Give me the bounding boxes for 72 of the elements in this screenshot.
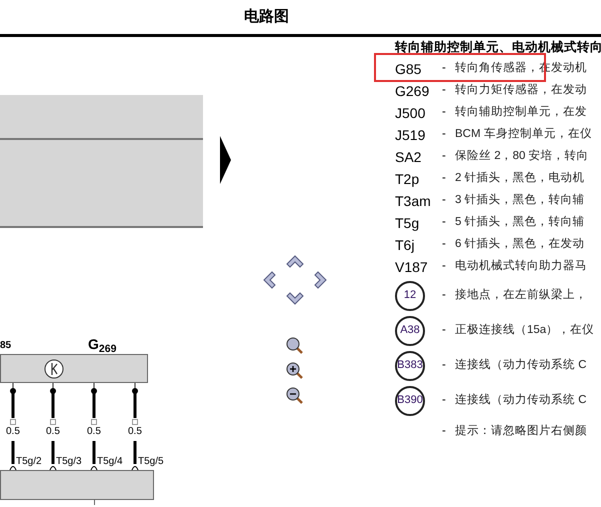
legend-text: 电动机械式转向助力器马	[455, 258, 587, 274]
component-code: J519	[395, 126, 426, 144]
legend-text: 连接线（动力传动系统 C	[455, 392, 586, 408]
dash: -	[442, 61, 447, 76]
zoom-in-icon[interactable]	[285, 361, 305, 381]
dash: -	[442, 127, 447, 142]
wire-size-label: 0.5	[128, 426, 142, 438]
wire-drawing	[131, 441, 139, 471]
dash: -	[442, 237, 447, 252]
sensor-symbol-icon	[44, 358, 64, 378]
dash: -	[442, 215, 447, 230]
component-label: 85	[0, 339, 12, 353]
legend-text: 接地点，在左前纵梁上，	[455, 287, 587, 303]
component-code: SA2	[395, 148, 422, 166]
connector-code: 12	[395, 280, 425, 310]
wire-drawing	[9, 383, 17, 418]
component-label: G$_{269}$	[88, 335, 116, 355]
legend-text: 连接线（动力传动系统 C	[455, 357, 586, 373]
legend-text: 2 针插头，黑色，电动机	[455, 170, 585, 186]
legend-text: 3 针插头，黑色，转向辅	[455, 192, 585, 208]
component-code: G85	[395, 60, 422, 78]
legend-heading: 转向辅助控制单元、电动机械式转向	[395, 40, 601, 55]
pin-label: T5g/4	[97, 456, 123, 468]
component-code: T3am	[395, 192, 431, 210]
triangle-icon[interactable]	[220, 136, 232, 184]
legend-text: BCM 车身控制单元，在仪	[455, 126, 592, 142]
component-code: T5g	[395, 214, 420, 233]
legend-text: 5 针插头，黑色，转向辅	[455, 214, 585, 230]
wire-drawing	[90, 441, 98, 471]
wire-drawing	[9, 441, 17, 471]
pin-label: T5g/3	[56, 456, 82, 468]
dash: -	[442, 424, 447, 440]
dash: -	[442, 358, 447, 373]
connector-code: B383	[395, 350, 425, 380]
legend-text: 6 针插头，黑色，在发动	[455, 236, 585, 252]
legend-text: 提示：请忽略图片右侧颜	[455, 424, 587, 440]
zoom-icon[interactable]	[285, 336, 305, 356]
dash: -	[442, 171, 447, 186]
zoom-out-icon[interactable]	[285, 386, 305, 406]
pin-square-icon	[50, 419, 56, 425]
dash: -	[442, 149, 447, 164]
pin-square-icon	[91, 419, 97, 425]
dash: -	[442, 392, 447, 408]
wire-size-label: 0.5	[46, 426, 60, 438]
connector-code: A38	[395, 316, 425, 346]
legend-text: 转向辅助控制单元，在发	[455, 104, 587, 120]
pin-label: T5g/5	[138, 456, 164, 468]
legend-text: 转向力矩传感器，在发动	[455, 82, 587, 98]
legend-text: 保险丝 2，80 安培，转向	[455, 148, 589, 164]
dash: -	[442, 288, 447, 303]
dash: -	[442, 322, 447, 338]
wire-size-label: 0.5	[6, 426, 20, 438]
dash: -	[442, 105, 447, 120]
component-code: J500	[395, 104, 426, 122]
component-code: T2p	[395, 170, 420, 189]
pin-label: T5g/2	[16, 456, 42, 468]
component-code: V187	[395, 258, 428, 276]
wire-drawing	[49, 441, 57, 471]
wire-drawing	[90, 383, 98, 418]
wire-size-label: 0.5	[87, 426, 101, 438]
component-code: G269	[395, 82, 430, 100]
page-title: 电路图	[244, 6, 289, 27]
component-code: T6j	[395, 236, 414, 255]
dash: -	[442, 193, 447, 208]
dash: -	[442, 83, 447, 98]
wire-drawing	[131, 383, 139, 418]
legend-text: 正极连接线（15a），在仪	[455, 322, 594, 338]
pin-square-icon	[132, 419, 138, 425]
wire-drawing	[49, 383, 57, 418]
pin-square-icon	[10, 419, 16, 425]
dash: -	[442, 259, 447, 274]
connector-code: B390	[395, 386, 425, 416]
